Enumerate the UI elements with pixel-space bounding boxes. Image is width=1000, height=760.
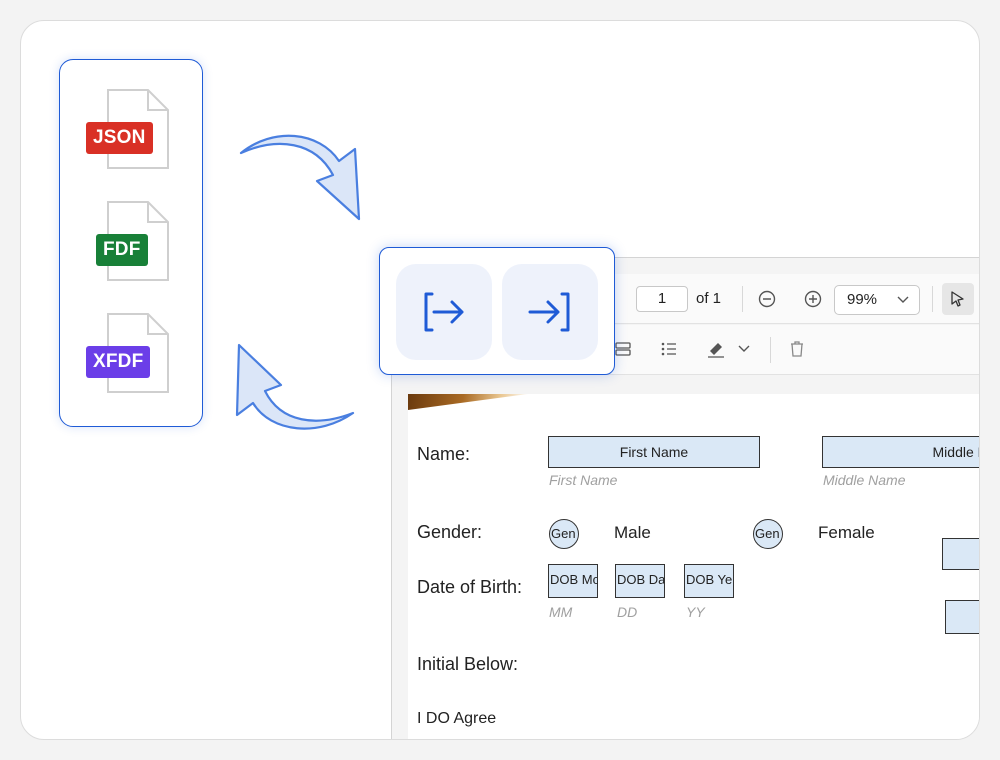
page-total: of 1 (696, 290, 722, 307)
gender-female-radio[interactable]: Gen (753, 519, 783, 549)
pdf-page: Name: First Name First Name Middle Name … (408, 394, 979, 739)
zoom-value: 99% (847, 291, 878, 308)
page-number-input[interactable]: 1 (636, 286, 688, 312)
signature-icon[interactable] (706, 339, 728, 359)
first-name-hint: First Name (549, 472, 618, 488)
import-button[interactable] (396, 264, 492, 360)
dob-label: Date of Birth: (417, 577, 523, 597)
zoom-out-icon[interactable] (758, 290, 776, 308)
gender-label: Gender: (417, 522, 483, 542)
json-file-item[interactable]: JSON (86, 88, 170, 169)
cursor-icon (951, 291, 964, 307)
file-format-panel: JSON FDF XFDF (59, 59, 203, 427)
initial-label: Initial Below: (417, 654, 519, 674)
select-tool-button[interactable] (942, 283, 974, 315)
gender-male-radio[interactable]: Gen (549, 519, 579, 549)
dob-day-hint: DD (617, 604, 638, 620)
agree-label: I DO Agree (417, 710, 497, 727)
dob-day-field[interactable]: DOB Da (615, 564, 665, 598)
dob-month-field[interactable]: DOB Mo (548, 564, 598, 598)
fdf-badge: FDF (96, 234, 148, 266)
dob-year-field[interactable]: DOB Ye (684, 564, 734, 598)
xfdf-file-item[interactable]: XFDF (86, 312, 170, 393)
toolbar-divider (742, 286, 743, 312)
name-label: Name: (417, 444, 471, 464)
chevron-down-icon[interactable] (738, 345, 750, 353)
male-label: Male (614, 523, 651, 542)
trash-icon[interactable] (789, 340, 805, 358)
export-button[interactable] (502, 264, 598, 360)
curved-arrow-right-icon (239, 134, 361, 221)
middle-name-field[interactable]: Middle Name (822, 436, 979, 468)
female-label: Female (818, 523, 875, 542)
side-field-1[interactable] (942, 538, 979, 570)
dob-year-hint: YY (686, 604, 705, 620)
fdf-file-item[interactable]: FDF (96, 200, 170, 281)
curved-arrow-left-icon (235, 343, 355, 430)
export-icon (528, 292, 570, 332)
toolbar-divider (932, 286, 933, 312)
json-badge: JSON (86, 122, 153, 154)
form-field-icon[interactable] (614, 341, 632, 357)
import-export-popup (379, 247, 615, 375)
import-icon (424, 292, 464, 332)
zoom-select[interactable]: 99% (834, 285, 920, 315)
first-name-field[interactable]: First Name (548, 436, 760, 468)
zoom-in-icon[interactable] (804, 290, 822, 308)
page-banner-image (408, 394, 528, 410)
toolbar-divider (770, 337, 771, 363)
dob-month-hint: MM (549, 604, 573, 620)
xfdf-badge: XFDF (86, 346, 151, 378)
list-icon[interactable] (660, 341, 678, 357)
side-field-2[interactable] (945, 600, 979, 634)
chevron-down-icon (897, 296, 909, 303)
main-card: JSON FDF XFDF >| 1 of 1 (20, 20, 980, 740)
middle-name-hint: Middle Name (823, 472, 906, 488)
